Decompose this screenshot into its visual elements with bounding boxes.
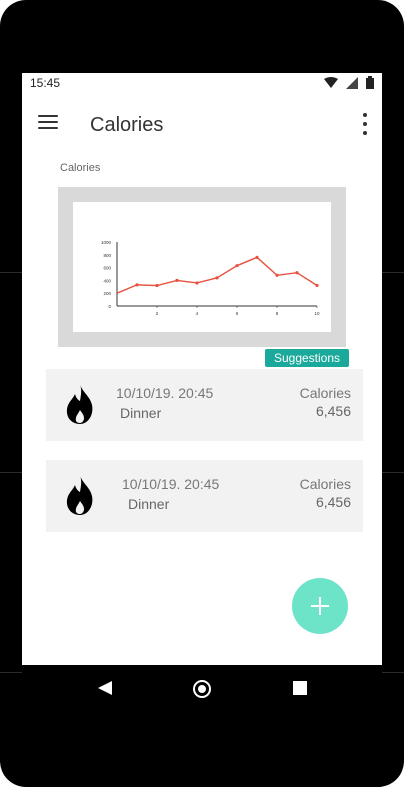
signal-icon	[346, 76, 358, 89]
entry-date: 10/10/19. 20:45	[116, 385, 214, 401]
home-icon[interactable]	[193, 680, 211, 698]
chart-x-tick-label: 6	[236, 311, 239, 316]
entry-date: 10/10/19. 20:45	[122, 476, 220, 492]
app-bar: Calories	[22, 101, 382, 149]
entry-calories-value: 6,456	[315, 494, 351, 510]
chart-data-point	[155, 283, 159, 288]
chart-y-tick-label: 200	[103, 291, 111, 296]
chart-data-point	[135, 283, 139, 287]
entry-calories-label: Calories	[299, 385, 351, 401]
chart-x-tick-label: 2	[156, 311, 159, 316]
chart-data-point	[275, 273, 279, 277]
fire-icon	[66, 475, 93, 515]
status-bar: 15:45	[22, 73, 382, 93]
chart-y-tick-label: 0	[108, 304, 111, 309]
chart-data-point	[175, 278, 179, 282]
chart-container: 0 200 400 600 800 1000 2 4 6 8 10	[58, 187, 346, 347]
chart-data-point	[195, 281, 199, 285]
more-vert-icon[interactable]	[362, 113, 368, 135]
chart-data-point	[255, 255, 259, 259]
system-nav-bar	[22, 665, 382, 715]
entry-meal: Dinner	[128, 496, 170, 512]
chart-x-tick-label: 8	[276, 311, 279, 316]
entry-calories-value: 6,456	[315, 403, 351, 419]
battery-icon	[366, 76, 374, 89]
chart-section-label: Calories	[60, 162, 101, 174]
back-icon[interactable]	[98, 681, 112, 695]
chart-y-tick-label: 800	[103, 253, 111, 258]
plus-icon	[311, 597, 329, 615]
entry-meal: Dinner	[120, 405, 162, 421]
fire-icon	[66, 384, 93, 424]
calories-line-chart: 0 200 400 600 800 1000 2 4 6 8 10	[101, 240, 320, 316]
add-entry-button[interactable]	[292, 578, 348, 634]
app-screen: 15:45 Calories Calories 0 200 400 600 800 100…	[22, 73, 382, 665]
hamburger-menu-icon[interactable]	[38, 115, 58, 131]
status-time: 15:45	[30, 76, 61, 90]
chart-y-tick-label: 400	[103, 278, 111, 283]
suggestions-button[interactable]: Suggestions	[265, 349, 349, 367]
chart-data-point	[315, 283, 319, 288]
status-icons	[324, 76, 374, 89]
device-frame: 15:45 Calories Calories 0 200 400 600 800 100…	[0, 0, 404, 787]
chart-canvas: 0 200 400 600 800 1000 2 4 6 8 10	[73, 202, 331, 332]
chart-y-tick-label: 1000	[101, 240, 112, 245]
chart-data-point	[215, 276, 219, 280]
wifi-icon	[324, 76, 338, 88]
entry-card[interactable]: 10/10/19. 20:45 Dinner Calories 6,456	[46, 369, 363, 441]
chart-y-tick-label: 600	[103, 266, 111, 271]
chart-x-tick-label: 10	[314, 311, 320, 316]
chart-series-line	[116, 256, 318, 294]
recents-icon[interactable]	[293, 681, 307, 695]
chart-data-point	[295, 271, 299, 275]
chart-x-tick-label: 4	[196, 311, 199, 316]
page-title: Calories	[90, 114, 164, 136]
entry-card[interactable]: 10/10/19. 20:45 Dinner Calories 6,456	[46, 460, 363, 532]
entry-calories-label: Calories	[299, 476, 351, 492]
chart-data-point	[235, 264, 239, 268]
